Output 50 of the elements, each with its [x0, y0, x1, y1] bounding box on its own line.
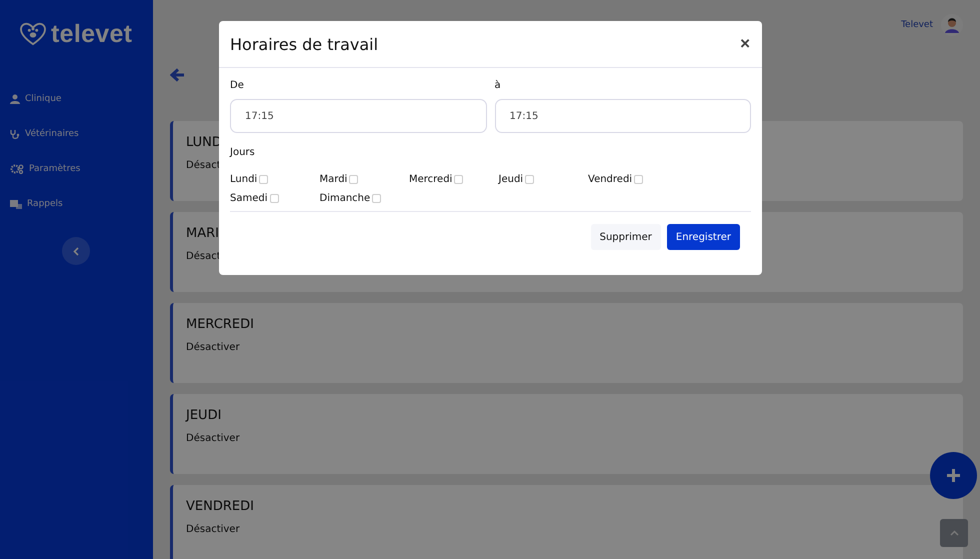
- logo-text: televet: [51, 20, 132, 48]
- day-title: JEUDI: [186, 408, 222, 423]
- day-checkbox[interactable]: [372, 194, 382, 203]
- day-checkbox[interactable]: [634, 175, 644, 184]
- day-label: Dimanche: [320, 193, 370, 204]
- stethoscope-icon: [10, 128, 20, 140]
- day-checkbox[interactable]: [454, 175, 464, 184]
- deactivate-link[interactable]: Désactiver: [186, 342, 240, 353]
- day-title: MARI: [186, 226, 219, 241]
- plus-icon: [946, 468, 961, 483]
- heart-paw-icon: [19, 22, 47, 46]
- field-label: De: [230, 80, 245, 91]
- day-title: VENDREDI: [186, 499, 254, 514]
- back-arrow-icon[interactable]: [170, 68, 185, 82]
- deactivate-link[interactable]: Désact: [186, 160, 221, 171]
- nav-item[interactable]: Rappels: [0, 195, 153, 213]
- delete-button[interactable]: Supprimer: [590, 224, 661, 250]
- day-checkbox[interactable]: [259, 175, 268, 184]
- nav-item[interactable]: Paramètres: [0, 160, 153, 178]
- field-label: à: [494, 80, 502, 91]
- person-icon: [10, 94, 20, 104]
- day-label: Lundi: [230, 174, 258, 185]
- user-name[interactable]: Televet: [901, 20, 933, 30]
- collapse-button[interactable]: [62, 237, 90, 265]
- nav-item[interactable]: Vétérinaires: [0, 125, 153, 143]
- chevron-up-icon: [950, 530, 958, 536]
- modal-title: Horaires de travail: [230, 34, 378, 54]
- save-button[interactable]: Enregistrer: [666, 224, 740, 250]
- gears-icon: [10, 164, 24, 174]
- add-button[interactable]: [930, 452, 977, 499]
- time-field[interactable]: 17:15: [494, 99, 751, 133]
- time-field[interactable]: 17:15: [230, 99, 486, 133]
- day-checkbox[interactable]: [270, 194, 278, 203]
- day-label: Samedi: [230, 193, 268, 204]
- day-checkbox[interactable]: [525, 175, 534, 184]
- day-label: Jeudi: [498, 174, 524, 185]
- nav-item[interactable]: Clinique: [0, 90, 153, 108]
- deactivate-link[interactable]: Désact: [186, 251, 221, 262]
- day-label: Mercredi: [409, 174, 452, 185]
- day-label: Vendredi: [588, 174, 632, 185]
- day-title: MERCREDI: [186, 317, 254, 332]
- day-label: Mardi: [320, 174, 348, 185]
- close-button[interactable]: ×: [738, 34, 752, 54]
- days-label: Jours: [230, 147, 256, 158]
- scroll-top-button[interactable]: [940, 519, 968, 547]
- deactivate-link[interactable]: Désactiver: [186, 433, 240, 444]
- reminders-icon: [10, 199, 22, 209]
- chevron-left-icon: [73, 246, 79, 256]
- deactivate-link[interactable]: Désactiver: [186, 524, 240, 535]
- day-checkbox[interactable]: [349, 175, 358, 184]
